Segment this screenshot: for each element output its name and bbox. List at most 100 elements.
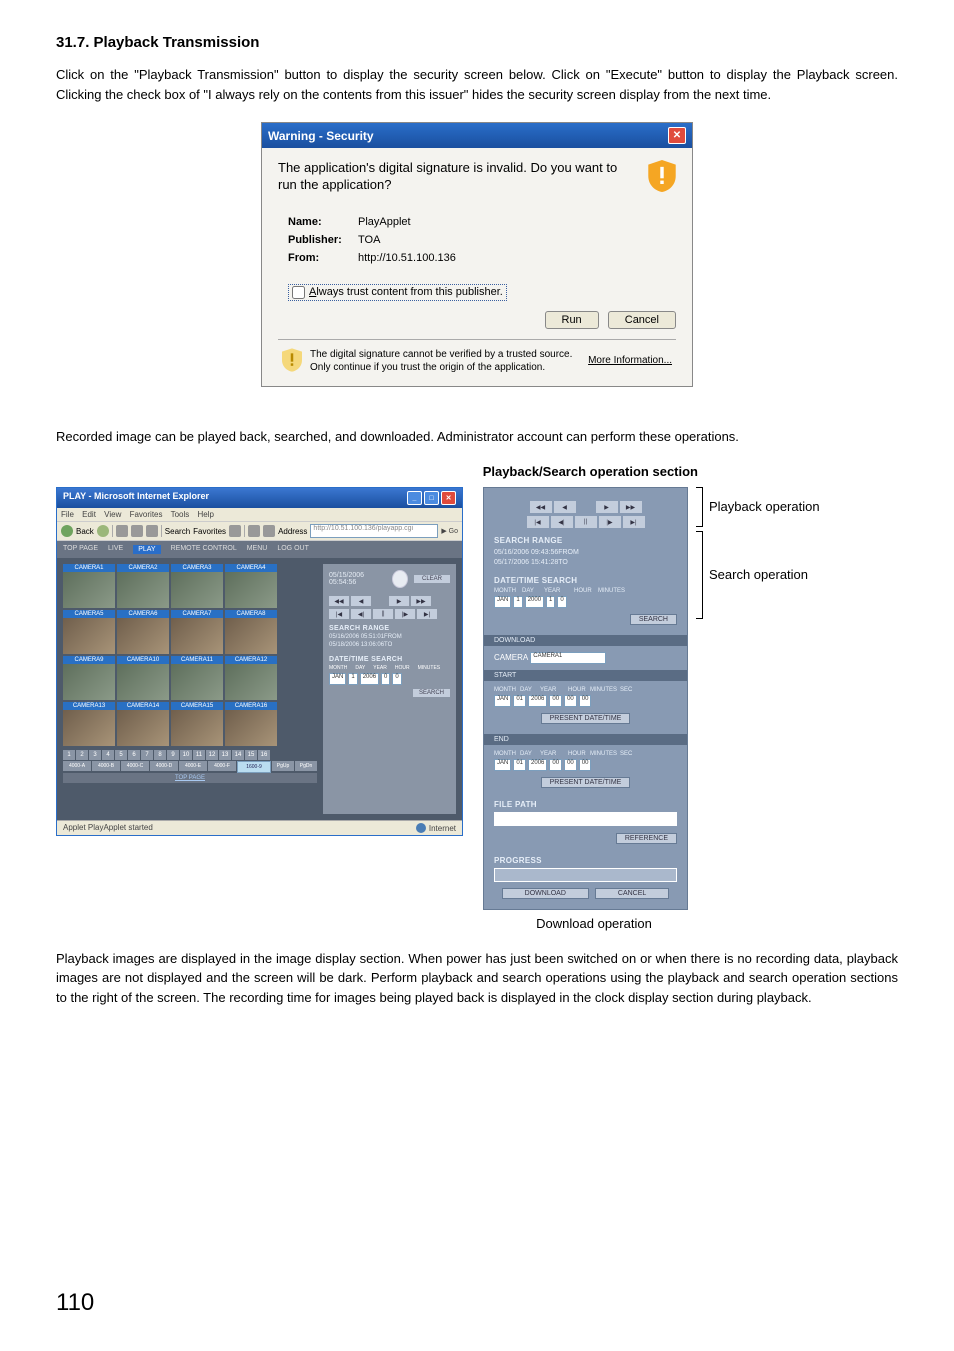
min-select[interactable]: 0 [392,673,401,685]
cancel-button[interactable]: Cancel [608,311,676,329]
month-select[interactable]: JAN [329,673,346,685]
go-button[interactable]: ▶ Go [441,527,458,535]
favorites-label[interactable]: Favorites [193,527,226,536]
cam-num[interactable]: 14 [232,750,244,760]
hour-select[interactable]: 0 [381,673,390,685]
present-datetime-button[interactable]: PRESENT DATE/TIME [541,713,631,724]
camera-cell[interactable]: CAMERA15 [171,702,223,746]
toppage-link[interactable]: TOP PAGE [63,773,317,783]
run-button[interactable]: Run [545,311,599,329]
step-back-icon[interactable]: ◀| [551,516,573,528]
model-btn[interactable]: 4000-C [121,761,149,771]
end-hour[interactable]: 00 [549,759,562,771]
camera-cell[interactable]: CAMERA12 [225,656,277,700]
tab-menu[interactable]: MENU [247,545,268,554]
tab-live[interactable]: LIVE [108,545,123,554]
end-month[interactable]: JAN [494,759,511,771]
model-btn[interactable]: 4000-D [150,761,178,771]
camera-cell[interactable]: CAMERA4 [225,564,277,608]
back-icon[interactable] [61,525,73,537]
cam-num[interactable]: 13 [219,750,231,760]
cancel-button[interactable]: CANCEL [595,888,669,899]
end-day[interactable]: 01 [513,759,526,771]
rewind-icon[interactable]: ◀◀ [530,501,552,513]
tab-toppage[interactable]: TOP PAGE [63,545,98,554]
month-select[interactable]: JAN [494,596,511,608]
start-day[interactable]: 01 [513,695,526,707]
camera-cell[interactable]: CAMERA14 [117,702,169,746]
min-select[interactable]: 0 [557,596,566,608]
end-year[interactable]: 2006 [528,759,547,771]
camera-cell[interactable]: CAMERA8 [225,610,277,654]
camera-cell[interactable]: CAMERA5 [63,610,115,654]
menu-tools[interactable]: Tools [171,510,190,519]
cam-num[interactable]: 3 [89,750,101,760]
mail-icon[interactable] [248,525,260,537]
home-icon[interactable] [146,525,158,537]
search-button[interactable]: SEARCH [413,689,450,697]
camera-cell[interactable]: CAMERA1 [63,564,115,608]
model-btn[interactable]: 4000-F [208,761,236,771]
camera-cell[interactable]: CAMERA10 [117,656,169,700]
menu-bar[interactable]: File Edit View Favorites Tools Help [57,508,462,521]
start-min[interactable]: 00 [564,695,577,707]
cam-num[interactable]: 4 [102,750,114,760]
model-btn-selected[interactable]: 1600-9 [237,761,271,773]
ff-icon[interactable]: ▶▶ [411,596,431,606]
always-trust-checkbox[interactable] [292,286,305,299]
menu-edit[interactable]: Edit [82,510,96,519]
model-btn[interactable]: 4000-B [92,761,120,771]
more-information-link[interactable]: More Information... [588,355,672,366]
clear-button[interactable]: CLEAR [414,575,450,583]
skip-start-icon[interactable]: |◀ [329,609,349,619]
minimize-icon[interactable]: _ [407,491,422,505]
cam-num[interactable]: 11 [193,750,205,760]
start-hour[interactable]: 00 [549,695,562,707]
tab-logout[interactable]: LOG OUT [277,545,309,554]
refresh-icon[interactable] [131,525,143,537]
play-icon[interactable]: ▶ [389,596,409,606]
hour-select[interactable]: 1 [546,596,555,608]
day-select[interactable]: 1 [348,673,357,685]
end-sec[interactable]: 00 [579,759,592,771]
start-year[interactable]: 2006 [528,695,547,707]
address-input[interactable]: http://10.51.100.136/playapp.cgi [310,524,438,538]
search-label[interactable]: Search [165,527,190,536]
cam-num[interactable]: 12 [206,750,218,760]
year-select[interactable]: 2006 [360,673,379,685]
maximize-icon[interactable]: □ [424,491,439,505]
pgup-btn[interactable]: PgUp [272,761,294,771]
always-trust-row[interactable]: Always trust content from this publisher… [288,284,507,301]
camera-cell[interactable]: CAMERA11 [171,656,223,700]
cam-num[interactable]: 7 [141,750,153,760]
pause-icon[interactable]: || [575,516,597,528]
camera-cell[interactable]: CAMERA7 [171,610,223,654]
stop-icon[interactable] [116,525,128,537]
step-back-icon[interactable]: ◀| [351,609,371,619]
play-rev-icon[interactable]: ◀ [351,596,371,606]
skip-start-icon[interactable]: |◀ [527,516,549,528]
model-btn[interactable]: 4000-E [179,761,207,771]
cam-num[interactable]: 1 [63,750,75,760]
history-icon[interactable] [229,525,241,537]
present-datetime-button-2[interactable]: PRESENT DATE/TIME [541,777,631,788]
menu-favorites[interactable]: Favorites [130,510,163,519]
cam-num[interactable]: 2 [76,750,88,760]
end-min[interactable]: 00 [564,759,577,771]
start-month[interactable]: JAN [494,695,511,707]
reference-button[interactable]: REFERENCE [616,833,677,844]
print-icon[interactable] [263,525,275,537]
pause-icon[interactable]: || [373,609,393,619]
camera-cell[interactable]: CAMERA13 [63,702,115,746]
model-btn[interactable]: 4000-A [63,761,91,771]
menu-view[interactable]: View [104,510,121,519]
camera-cell[interactable]: CAMERA3 [171,564,223,608]
skip-end-icon[interactable]: ▶| [417,609,437,619]
tab-remote[interactable]: REMOTE CONTROL [171,545,237,554]
camera-cell[interactable]: CAMERA2 [117,564,169,608]
tab-play[interactable]: PLAY [133,545,160,554]
camera-cell[interactable]: CAMERA6 [117,610,169,654]
cam-num[interactable]: 15 [245,750,257,760]
forward-icon[interactable] [97,525,109,537]
cam-num[interactable]: 6 [128,750,140,760]
